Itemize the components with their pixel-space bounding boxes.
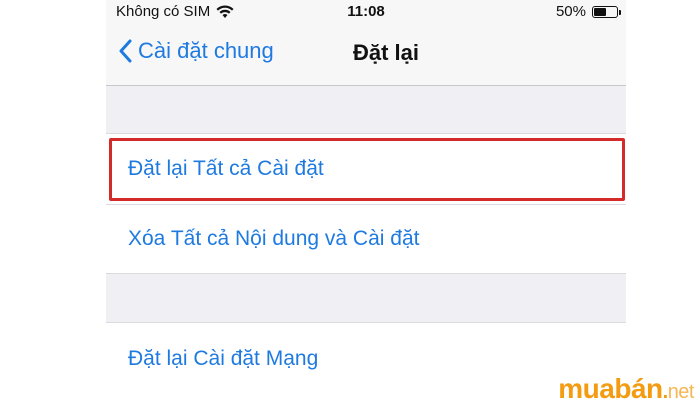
- iphone-screen: Không có SIM 11:08 50% Cài đặt chung Đặt…: [106, 0, 626, 407]
- reset-network-settings-item[interactable]: Đặt lại Cài đặt Mạng: [106, 323, 626, 395]
- battery-fill: [594, 7, 606, 16]
- battery-area: 50%: [555, 3, 621, 20]
- screenshot-frame: Không có SIM 11:08 50% Cài đặt chung Đặt…: [0, 0, 700, 407]
- list-item-label: Xóa Tất cả Nội dung và Cài đặt: [128, 227, 420, 250]
- clock: 11:08: [347, 3, 385, 20]
- page-title: Đặt lại: [352, 40, 420, 65]
- reset-group-1: Đặt lại Tất cả Cài đặt Xóa Tất cả Nội du…: [106, 133, 626, 274]
- navigation-bar: Cài đặt chung Đặt lại: [106, 24, 626, 86]
- battery-percent: 50%: [555, 3, 586, 20]
- status-bar: Không có SIM 11:08 50%: [106, 0, 626, 24]
- reset-all-settings-item[interactable]: Đặt lại Tất cả Cài đặt: [106, 134, 626, 204]
- list-item-label: Đặt lại Tất cả Cài đặt: [128, 157, 324, 180]
- left-margin: [0, 0, 106, 407]
- reset-group-2: Đặt lại Cài đặt Mạng: [106, 322, 626, 407]
- right-margin: [626, 0, 700, 407]
- list-item-label: Đặt lại Cài đặt Mạng: [128, 347, 319, 370]
- erase-all-content-item[interactable]: Xóa Tất cả Nội dung và Cài đặt: [106, 204, 626, 274]
- battery-icon: [592, 5, 621, 18]
- watermark-logo: muabán.net: [558, 373, 694, 404]
